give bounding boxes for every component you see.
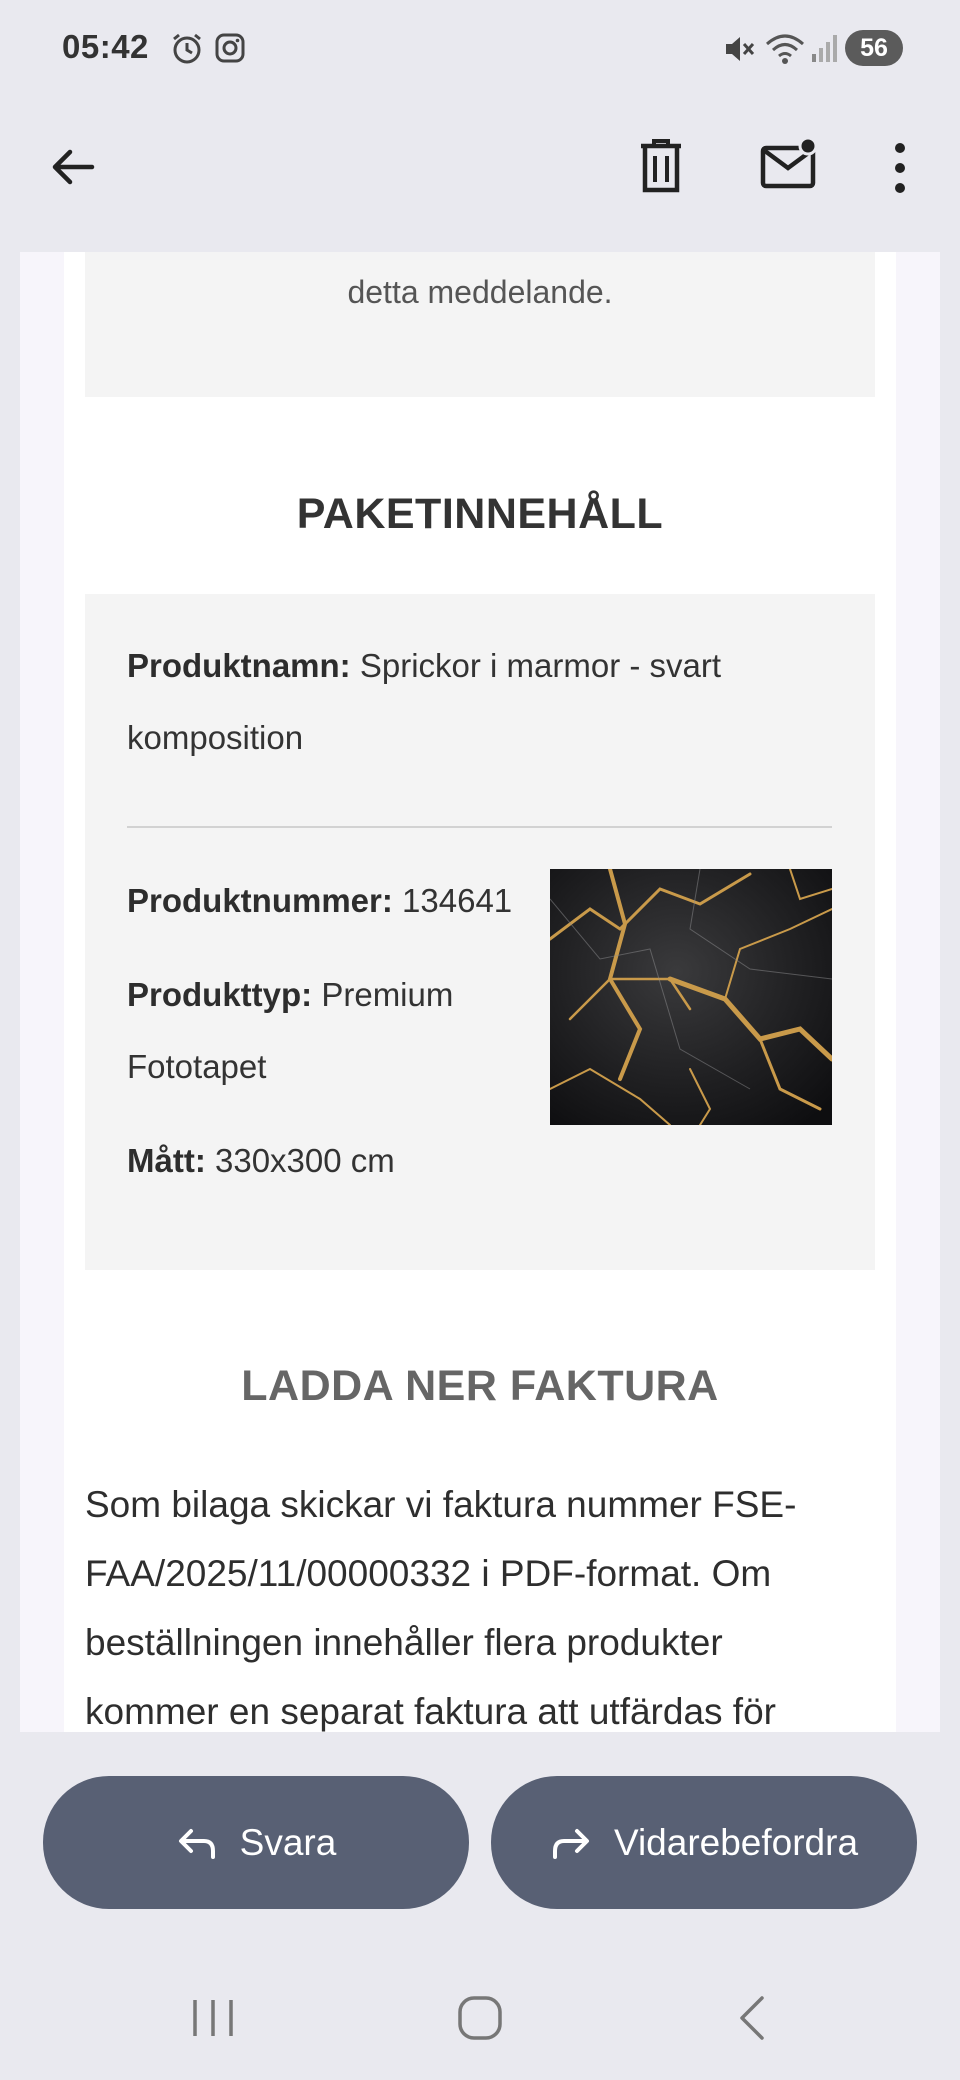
signal-icon xyxy=(812,35,837,62)
package-heading: PAKETINNEHÅLL xyxy=(296,490,664,538)
product-number-line: Produktnummer: 134641 xyxy=(127,864,512,937)
recent-apps-icon[interactable] xyxy=(190,1996,236,2040)
product-name-line1: Produktnamn: Sprickor i marmor - svart xyxy=(127,629,721,702)
invoice-line: kommer en separat faktura att utfärdas f… xyxy=(85,1691,776,1732)
forward-button[interactable]: Vidarebefordra xyxy=(491,1776,917,1909)
product-type-value: Premium xyxy=(321,976,454,1013)
product-type-label: Produkttyp: xyxy=(127,976,313,1013)
product-number-value: 134641 xyxy=(402,882,513,919)
back-nav-icon[interactable] xyxy=(734,1994,768,2042)
forward-icon xyxy=(552,1828,589,1859)
invoice-line: Som bilaga skickar vi faktura nummer FSE… xyxy=(85,1484,797,1525)
status-time: 05:42 xyxy=(62,28,149,65)
product-type-line1: Produkttyp: Premium xyxy=(127,958,453,1031)
reply-icon xyxy=(178,1828,215,1859)
forward-button-label: Vidarebefordra xyxy=(613,1821,859,1863)
email-content-scroll[interactable]: detta meddelande. PAKETINNEHÅLL Produktn… xyxy=(20,252,940,1732)
mute-icon xyxy=(726,37,755,61)
product-name-label: Produktnamn: xyxy=(127,647,351,684)
product-size-label: Mått: xyxy=(127,1142,206,1179)
trash-icon[interactable] xyxy=(638,138,684,194)
status-bar: 05:42 56 xyxy=(0,0,960,96)
instagram-icon xyxy=(215,33,245,63)
product-number-label: Produktnummer: xyxy=(127,882,393,919)
more-vert-icon[interactable] xyxy=(888,140,912,196)
app-bar xyxy=(0,96,960,252)
invoice-paragraph: Som bilaga skickar vi faktura nummer FSE… xyxy=(85,1470,875,1732)
reply-button[interactable]: Svara xyxy=(43,1776,469,1909)
mark-unread-icon[interactable] xyxy=(760,136,820,192)
product-size-value: 330x300 cm xyxy=(214,1142,395,1179)
product-image[interactable] xyxy=(550,869,832,1125)
notice-text: detta meddelande. xyxy=(347,274,613,310)
back-arrow-icon[interactable] xyxy=(48,142,98,192)
invoice-line: beställningen innehåller flera produkter xyxy=(85,1622,723,1663)
product-size-line: Mått: 330x300 cm xyxy=(127,1124,395,1197)
alarm-icon xyxy=(173,33,201,64)
product-name-line2: komposition xyxy=(127,719,304,756)
email-body: detta meddelande. PAKETINNEHÅLL Produktn… xyxy=(64,252,896,1732)
home-icon[interactable] xyxy=(456,1994,504,2042)
notice-box: detta meddelande. xyxy=(85,252,875,397)
product-type-line2: Fototapet xyxy=(127,1048,267,1085)
invoice-heading: LADDA NER FAKTURA xyxy=(241,1362,719,1410)
reply-button-label: Svara xyxy=(239,1821,337,1863)
battery-level: 56 xyxy=(845,30,903,66)
system-nav-bar xyxy=(0,1940,960,2080)
invoice-line: FAA/2025/11/00000332 i PDF-format. Om xyxy=(85,1553,772,1594)
divider xyxy=(127,826,832,828)
product-name-value: Sprickor i marmor - svart xyxy=(359,647,722,684)
wifi-icon xyxy=(766,34,804,64)
package-details-box: Produktnamn: Sprickor i marmor - svart k… xyxy=(85,594,875,1270)
